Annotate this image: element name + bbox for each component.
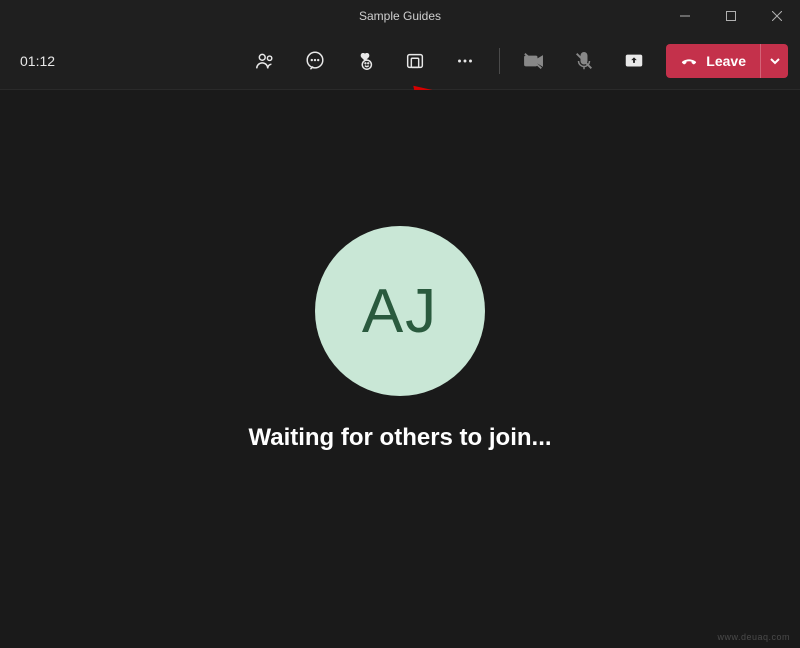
more-actions-button[interactable] [443, 41, 487, 81]
minimize-button[interactable] [662, 0, 708, 32]
meeting-stage: AJ Waiting for others to join... [0, 90, 800, 648]
close-window-button[interactable] [754, 0, 800, 32]
avatar: AJ [315, 226, 485, 396]
titlebar: Sample Guides [0, 0, 800, 32]
hangup-icon [680, 50, 698, 71]
leave-group: Leave [666, 44, 788, 78]
share-screen-button[interactable] [612, 41, 656, 81]
reactions-button[interactable] [343, 41, 387, 81]
camera-off-button[interactable] [512, 41, 556, 81]
call-timer: 01:12 [20, 53, 55, 69]
watermark: www.deuaq.com [717, 632, 790, 642]
leave-button[interactable]: Leave [666, 44, 760, 78]
waiting-text: Waiting for others to join... [248, 424, 551, 452]
participants-button[interactable] [243, 41, 287, 81]
leave-label: Leave [706, 53, 746, 69]
chat-button[interactable] [293, 41, 337, 81]
mic-off-button[interactable] [562, 41, 606, 81]
meeting-toolbar: 01:12 Leave [0, 32, 800, 90]
leave-dropdown-button[interactable] [760, 44, 788, 78]
avatar-initials: AJ [362, 276, 438, 347]
maximize-button[interactable] [708, 0, 754, 32]
toolbar-divider [499, 48, 500, 74]
window-title: Sample Guides [359, 9, 441, 23]
window-controls [662, 0, 800, 32]
